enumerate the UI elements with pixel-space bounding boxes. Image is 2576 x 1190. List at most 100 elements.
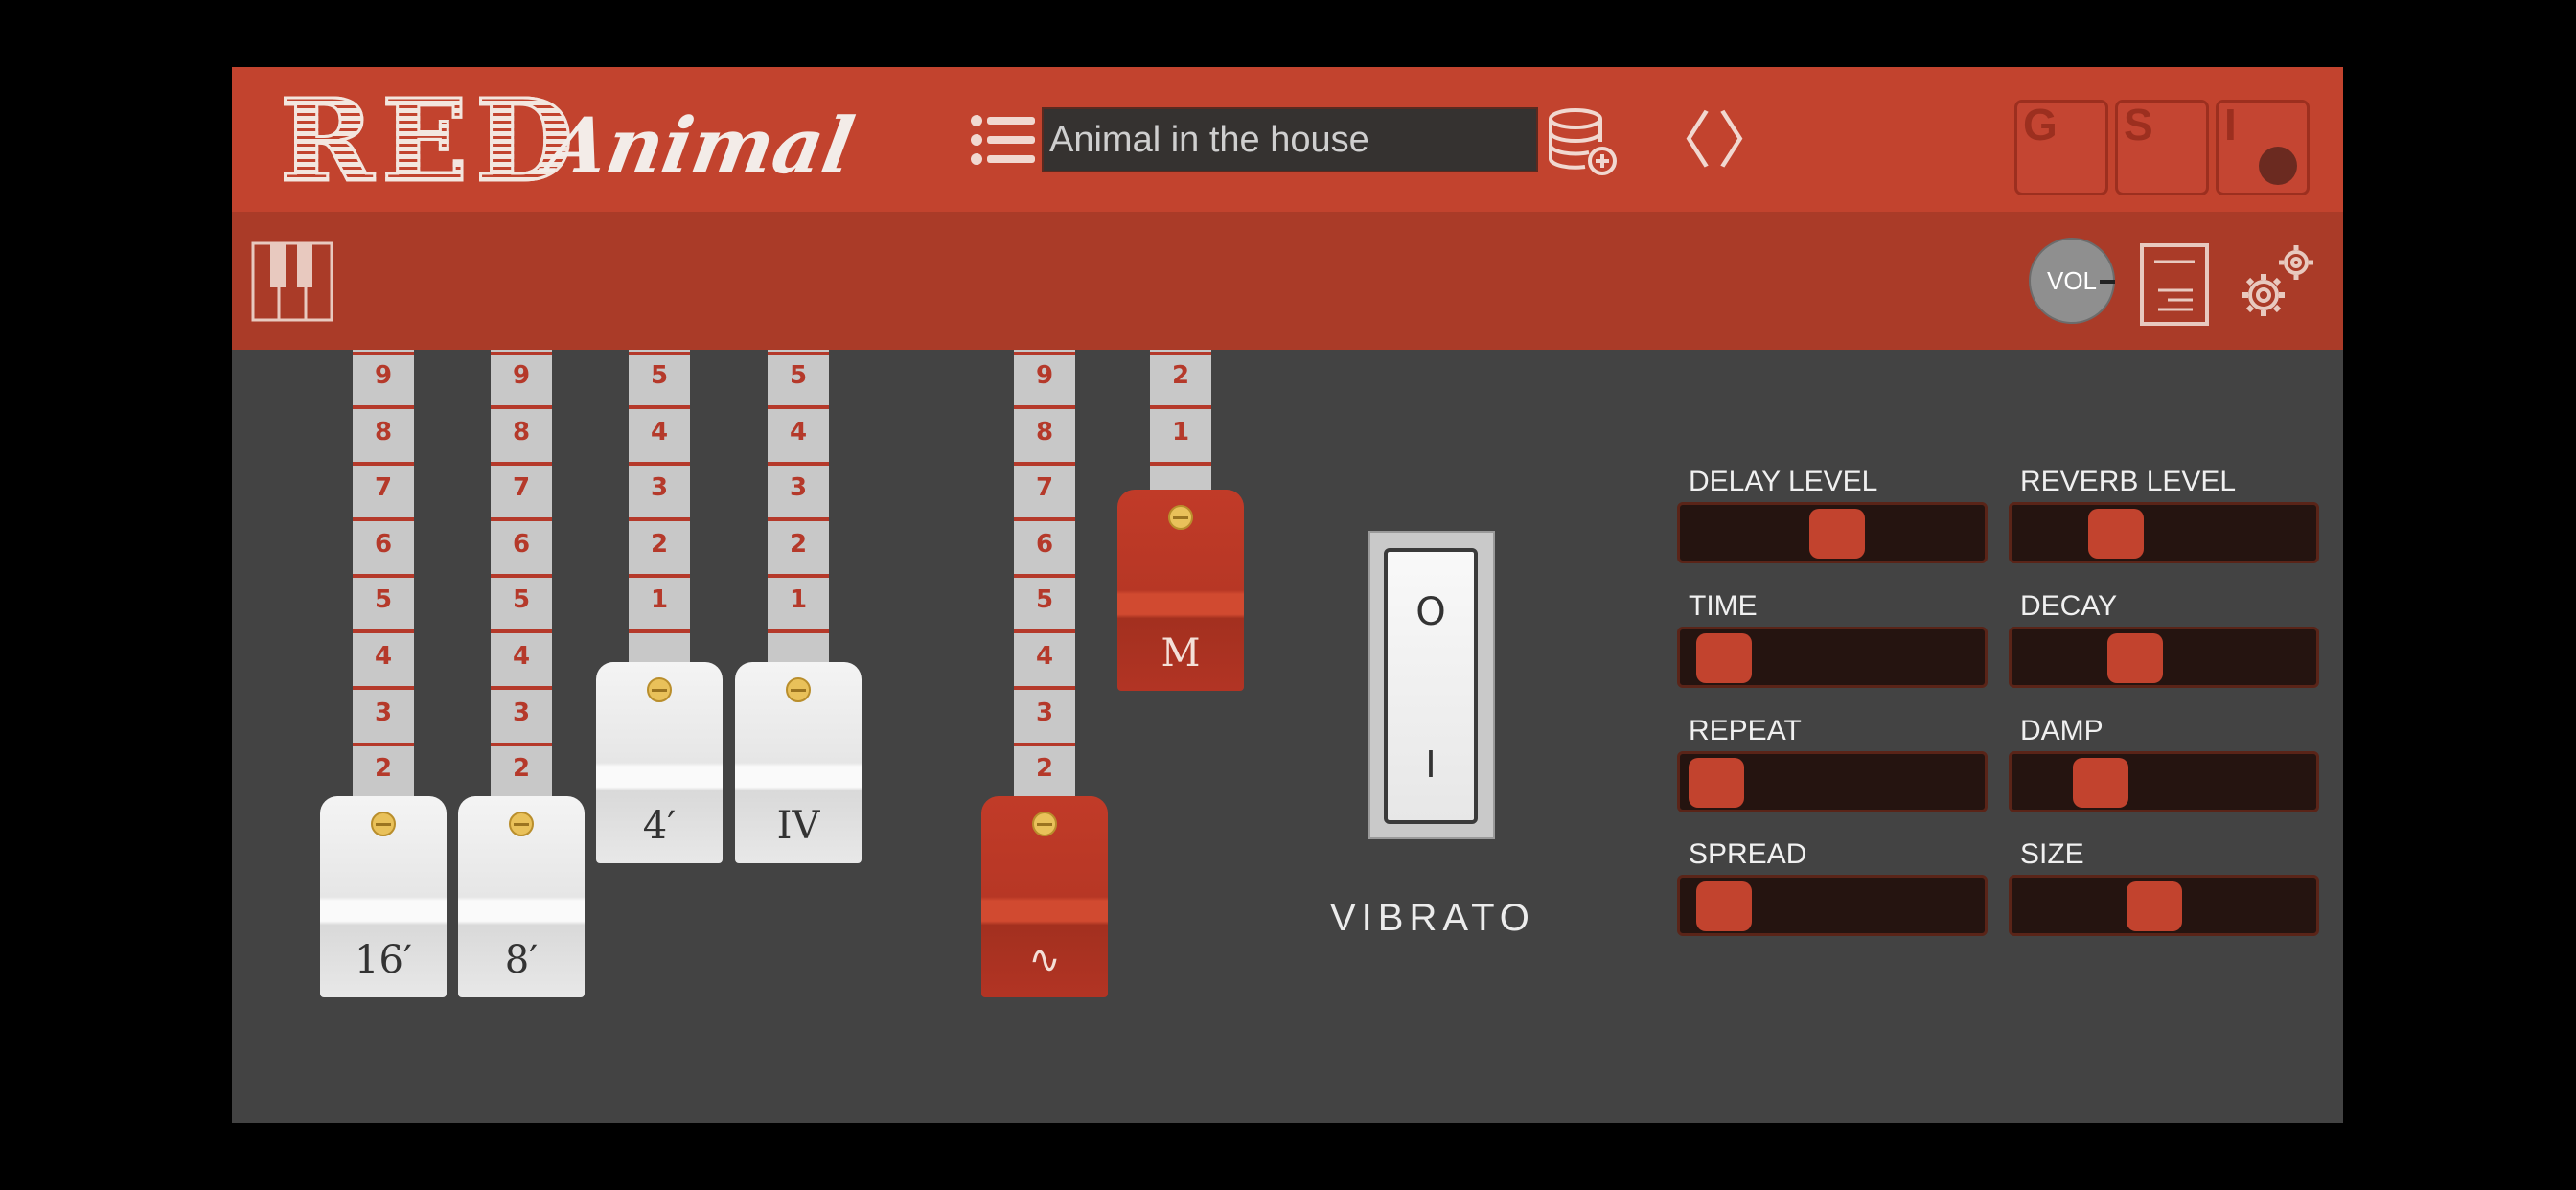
drawbar-tick xyxy=(1014,517,1075,522)
slider-thumb[interactable] xyxy=(2073,758,2129,808)
drawbar-screw-icon xyxy=(1168,505,1193,530)
drawbar-2[interactable]: 9876543218′ xyxy=(458,350,585,997)
drawbar-number: 9 xyxy=(512,361,531,390)
effect-slider-delay-level[interactable] xyxy=(1677,502,1988,563)
drawbar-tick xyxy=(629,461,690,466)
drawbar-shaft: 987654321 xyxy=(491,350,552,858)
drawbar-number: 3 xyxy=(512,698,531,727)
settings-gear-icon[interactable] xyxy=(2235,240,2321,326)
drawbar-tick xyxy=(768,517,829,522)
effect-slider-repeat[interactable] xyxy=(1677,751,1988,812)
drawbar-shaft: 21 xyxy=(1150,350,1211,493)
drawbar-number: 7 xyxy=(374,473,393,503)
drawbar-tick xyxy=(629,573,690,578)
effect-label: SIZE xyxy=(2020,838,2084,870)
drawbar-4[interactable]: 5 4 3 2 1 IV xyxy=(735,350,862,863)
drawbar-tick xyxy=(1150,405,1211,409)
vibrato-switch[interactable]: O I xyxy=(1368,531,1495,839)
preset-name-field[interactable]: Animal in the house xyxy=(1042,107,1538,172)
slot-i-indicator xyxy=(2259,147,2297,185)
drawbar-tick xyxy=(491,686,552,690)
effect-slider-decay[interactable] xyxy=(2009,627,2319,688)
drawbar-tick xyxy=(491,517,552,522)
drawbar-number: 5 xyxy=(1035,585,1054,615)
drawbar-number: 3 xyxy=(650,473,669,503)
drawbar-number: 4 xyxy=(1035,642,1054,671)
drawbar-tick xyxy=(768,629,829,634)
drawbar-handle[interactable]: M xyxy=(1117,490,1244,691)
preset-list-icon[interactable] xyxy=(970,113,1037,167)
volume-knob-pointer xyxy=(2100,280,2115,284)
drawbar-tick xyxy=(491,352,552,355)
drawbar-number: 8 xyxy=(1035,417,1054,446)
drawbar-number: 6 xyxy=(512,529,531,559)
effect-label: SPREAD xyxy=(1689,838,1807,870)
drawbar-tick xyxy=(353,629,414,634)
drawbar-handle[interactable]: ∿ xyxy=(981,796,1108,997)
slot-s-button[interactable]: S xyxy=(2115,100,2209,195)
logo-animal: Animal xyxy=(540,101,861,191)
drawbar-handle[interactable]: IV xyxy=(735,662,862,863)
drawbar-tick xyxy=(768,461,829,466)
drawbar-label: 8′ xyxy=(504,938,539,982)
next-preset-button[interactable]: 〉 xyxy=(1717,103,1779,180)
drawbar-label: M xyxy=(1161,631,1201,675)
drawbar-screw-icon xyxy=(1032,812,1057,836)
drawbar-number: 4 xyxy=(374,642,393,671)
prev-preset-button[interactable]: 〈 xyxy=(1650,103,1712,180)
effect-slider-spread[interactable] xyxy=(1677,875,1988,936)
drawbar-6[interactable]: 21 M xyxy=(1117,350,1244,691)
drawbar-number: 6 xyxy=(374,529,393,559)
drawbar-number: 5 xyxy=(374,585,393,615)
drawbar-tick xyxy=(353,352,414,355)
drawbar-number: 2 xyxy=(1035,754,1054,784)
keyboard-icon[interactable] xyxy=(251,241,334,322)
drawbar-3[interactable]: 5 4 3 2 1 4′ xyxy=(596,350,723,863)
drawbar-tick xyxy=(1150,461,1211,466)
drawbar-shaft: 5 4 3 2 1 xyxy=(629,350,690,666)
app-window: RED Animal Animal in the house 〈 〉 G S I… xyxy=(232,67,2343,1123)
effect-slider-reverb-level[interactable] xyxy=(2009,502,2319,563)
vibrato-rocker[interactable]: O I xyxy=(1384,548,1478,824)
slider-thumb[interactable] xyxy=(2126,881,2182,931)
drawbar-1[interactable]: 98765432116′ xyxy=(320,350,447,997)
top-bar: RED Animal Animal in the house 〈 〉 G S I xyxy=(232,67,2343,212)
effect-slider-size[interactable] xyxy=(2009,875,2319,936)
volume-knob[interactable]: VOL xyxy=(2029,238,2115,324)
secondary-bar xyxy=(232,212,2343,350)
slider-thumb[interactable] xyxy=(1689,758,1745,808)
effect-label: REPEAT xyxy=(1689,715,1802,746)
drawbar-number: 7 xyxy=(512,473,531,503)
slot-i-button[interactable]: I xyxy=(2216,100,2310,195)
effect-slider-time[interactable] xyxy=(1677,627,1988,688)
vibrato-off-symbol: I xyxy=(1425,744,1437,786)
drawbar-tick xyxy=(1014,405,1075,409)
effect-slider-damp[interactable] xyxy=(2009,751,2319,812)
save-preset-database-icon[interactable] xyxy=(1547,107,1618,176)
drawbar-5[interactable]: 987654321∿ xyxy=(981,350,1108,997)
drawbar-tick xyxy=(353,461,414,466)
drawbar-handle[interactable]: 4′ xyxy=(596,662,723,863)
slider-thumb[interactable] xyxy=(1809,509,1866,559)
slider-thumb[interactable] xyxy=(1695,881,1752,931)
drawbar-tick xyxy=(1014,573,1075,578)
slider-thumb[interactable] xyxy=(2106,633,2163,683)
drawbar-number: 3 xyxy=(789,473,808,503)
drawbar-label: IV xyxy=(776,804,820,848)
document-icon[interactable] xyxy=(2139,242,2210,327)
effect-label: DAMP xyxy=(2020,715,2104,746)
drawbar-number: 1 xyxy=(650,585,669,615)
drawbar-screw-icon xyxy=(371,812,396,836)
drawbar-number: 1 xyxy=(1171,417,1190,446)
slider-thumb[interactable] xyxy=(1695,633,1752,683)
drawbar-handle[interactable]: 16′ xyxy=(320,796,447,997)
slot-g-button[interactable]: G xyxy=(2014,100,2108,195)
slider-thumb[interactable] xyxy=(2087,509,2144,559)
effect-label: DECAY xyxy=(2020,590,2118,622)
drawbar-number: 9 xyxy=(1035,361,1054,390)
drawbar-tick xyxy=(353,405,414,409)
drawbar-handle[interactable]: 8′ xyxy=(458,796,585,997)
drawbar-number: 4 xyxy=(512,642,531,671)
drawbar-number: 2 xyxy=(512,754,531,784)
drawbar-tick xyxy=(353,573,414,578)
